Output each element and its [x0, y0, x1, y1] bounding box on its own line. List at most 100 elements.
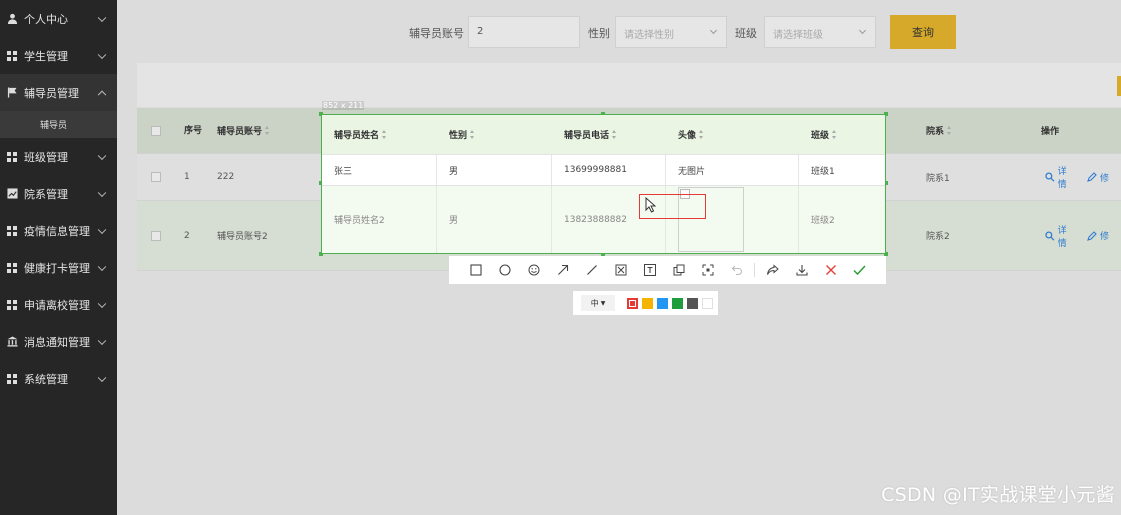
chevron-down-icon	[709, 26, 718, 35]
download-icon	[795, 265, 808, 276]
sort-icon	[612, 130, 617, 139]
rectangle-tool-button[interactable]	[461, 256, 490, 284]
row-checkbox[interactable]	[151, 172, 161, 182]
cell-class: 班级1	[811, 166, 835, 177]
sidebar-item-leave-school[interactable]: 申请离校管理	[0, 286, 117, 323]
edit-button[interactable]: 修	[1087, 229, 1109, 242]
sidebar-item-epidemic[interactable]: 疫情信息管理	[0, 212, 117, 249]
grid-icon	[6, 262, 18, 274]
sidebar-item-department[interactable]: 院系管理	[0, 175, 117, 212]
pin-tool-button[interactable]	[664, 256, 693, 284]
sidebar-item-label: 消息通知管理	[24, 335, 90, 349]
class-select[interactable]: 请选择班级	[764, 16, 876, 48]
chevron-down-icon	[97, 225, 107, 234]
sidebar-item-personal-center[interactable]: 个人中心	[0, 0, 117, 37]
detail-button[interactable]: 详情	[1045, 223, 1075, 249]
header-gender[interactable]: 性别	[437, 115, 475, 154]
user-icon	[6, 13, 18, 25]
undo-button[interactable]	[722, 256, 751, 284]
sidebar-subitem-counselor[interactable]: 辅导员	[0, 111, 117, 138]
header-class-label: 班级	[811, 131, 830, 141]
sidebar-item-notice[interactable]: 消息通知管理	[0, 323, 117, 360]
header-name-label: 辅导员姓名	[334, 131, 380, 141]
chevron-down-icon	[97, 188, 107, 197]
color-swatch-red[interactable]	[627, 297, 638, 309]
cell-name: 张三	[322, 155, 437, 185]
header-account[interactable]: 辅导员账号	[217, 108, 270, 153]
header-name[interactable]: 辅导员姓名	[322, 115, 387, 154]
action-toolbar	[137, 63, 1121, 107]
sidebar-item-health-checkin[interactable]: 健康打卡管理	[0, 249, 117, 286]
line-tool-button[interactable]	[577, 256, 606, 284]
gender-select[interactable]: 请选择性别	[615, 16, 727, 48]
toolbar-divider	[754, 263, 755, 277]
query-button[interactable]: 查询	[890, 15, 956, 49]
chevron-down-icon	[97, 151, 107, 160]
sidebar-item-counselor[interactable]: 辅导员管理	[0, 74, 117, 111]
grid-icon	[6, 225, 18, 237]
download-button[interactable]	[787, 256, 816, 284]
font-size-value: 中	[590, 298, 599, 308]
search-bar: 辅导员账号 2 性别 请选择性别 班级 请选择班级 查询	[117, 15, 1121, 49]
sort-icon	[947, 126, 952, 135]
action-button-edge[interactable]	[1117, 76, 1121, 96]
line-icon	[586, 265, 597, 275]
color-swatch-blue[interactable]	[657, 297, 668, 309]
sidebar-item-label: 系统管理	[24, 372, 68, 386]
close-icon	[825, 265, 836, 275]
header-phone-label: 辅导员电话	[564, 131, 610, 141]
cancel-button[interactable]	[816, 256, 845, 284]
grid-icon	[6, 151, 18, 163]
sidebar-item-label: 班级管理	[24, 150, 68, 164]
capture-selection[interactable]: 辅导员姓名 性别 辅导员电话 头像 班级 张三 男 13699998881 无图…	[319, 112, 888, 256]
edit-label: 修	[1099, 173, 1109, 184]
sidebar: 个人中心 学生管理 辅导员管理 辅导员 班级管理 院系管理 疫情信息管理 健康打…	[0, 0, 117, 515]
undo-icon	[731, 265, 742, 276]
arrow-tool-button[interactable]	[548, 256, 577, 284]
row-checkbox[interactable]	[151, 230, 161, 241]
chevron-down-icon	[97, 50, 107, 59]
confirm-button[interactable]	[845, 256, 874, 284]
header-dept[interactable]: 院系	[926, 108, 952, 153]
header-avatar[interactable]: 头像	[666, 115, 704, 154]
class-label: 班级	[735, 27, 757, 40]
chevron-down-icon	[97, 13, 107, 22]
color-swatch-yellow[interactable]	[642, 297, 653, 309]
select-all-checkbox[interactable]	[151, 125, 161, 136]
color-swatch-gray[interactable]	[687, 297, 698, 309]
text-icon	[643, 264, 656, 276]
chevron-down-icon	[97, 262, 107, 271]
sidebar-item-class[interactable]: 班级管理	[0, 138, 117, 175]
ellipse-tool-button[interactable]	[490, 256, 519, 284]
share-button[interactable]	[758, 256, 787, 284]
header-phone[interactable]: 辅导员电话	[552, 115, 617, 154]
header-gender-label: 性别	[449, 131, 468, 141]
chevron-down-icon	[97, 373, 107, 382]
color-swatch-green[interactable]	[672, 297, 683, 309]
header-avatar-label: 头像	[678, 131, 697, 141]
detail-button[interactable]: 详情	[1045, 164, 1075, 190]
sidebar-item-student[interactable]: 学生管理	[0, 37, 117, 74]
cell-avatar: 无图片	[666, 155, 799, 185]
sidebar-item-label: 申请离校管理	[24, 298, 90, 312]
edit-label: 修	[1099, 232, 1109, 242]
rectangle-icon	[469, 264, 482, 276]
text-tool-button[interactable]	[635, 256, 664, 284]
emoji-tool-button[interactable]	[519, 256, 548, 284]
cell-dept: 院系1	[926, 173, 950, 184]
font-size-select[interactable]: 中 ▼	[581, 295, 615, 311]
sort-icon	[832, 130, 837, 139]
capture-size-label: 852 x 211	[322, 101, 365, 110]
color-swatch-white[interactable]	[702, 297, 713, 309]
mosaic-tool-button[interactable]	[606, 256, 635, 284]
chevron-down-icon	[97, 336, 107, 345]
ocr-tool-button[interactable]	[693, 256, 722, 284]
table-row: 辅导员姓名2 男 13823888882 班级2	[322, 186, 885, 253]
header-class[interactable]: 班级	[799, 115, 837, 154]
edit-button[interactable]: 修	[1087, 171, 1109, 184]
detail-label: 详情	[1057, 167, 1067, 190]
check-icon	[853, 265, 866, 276]
sidebar-item-system[interactable]: 系统管理	[0, 360, 117, 397]
account-input[interactable]: 2	[468, 16, 580, 48]
share-icon	[767, 264, 779, 275]
